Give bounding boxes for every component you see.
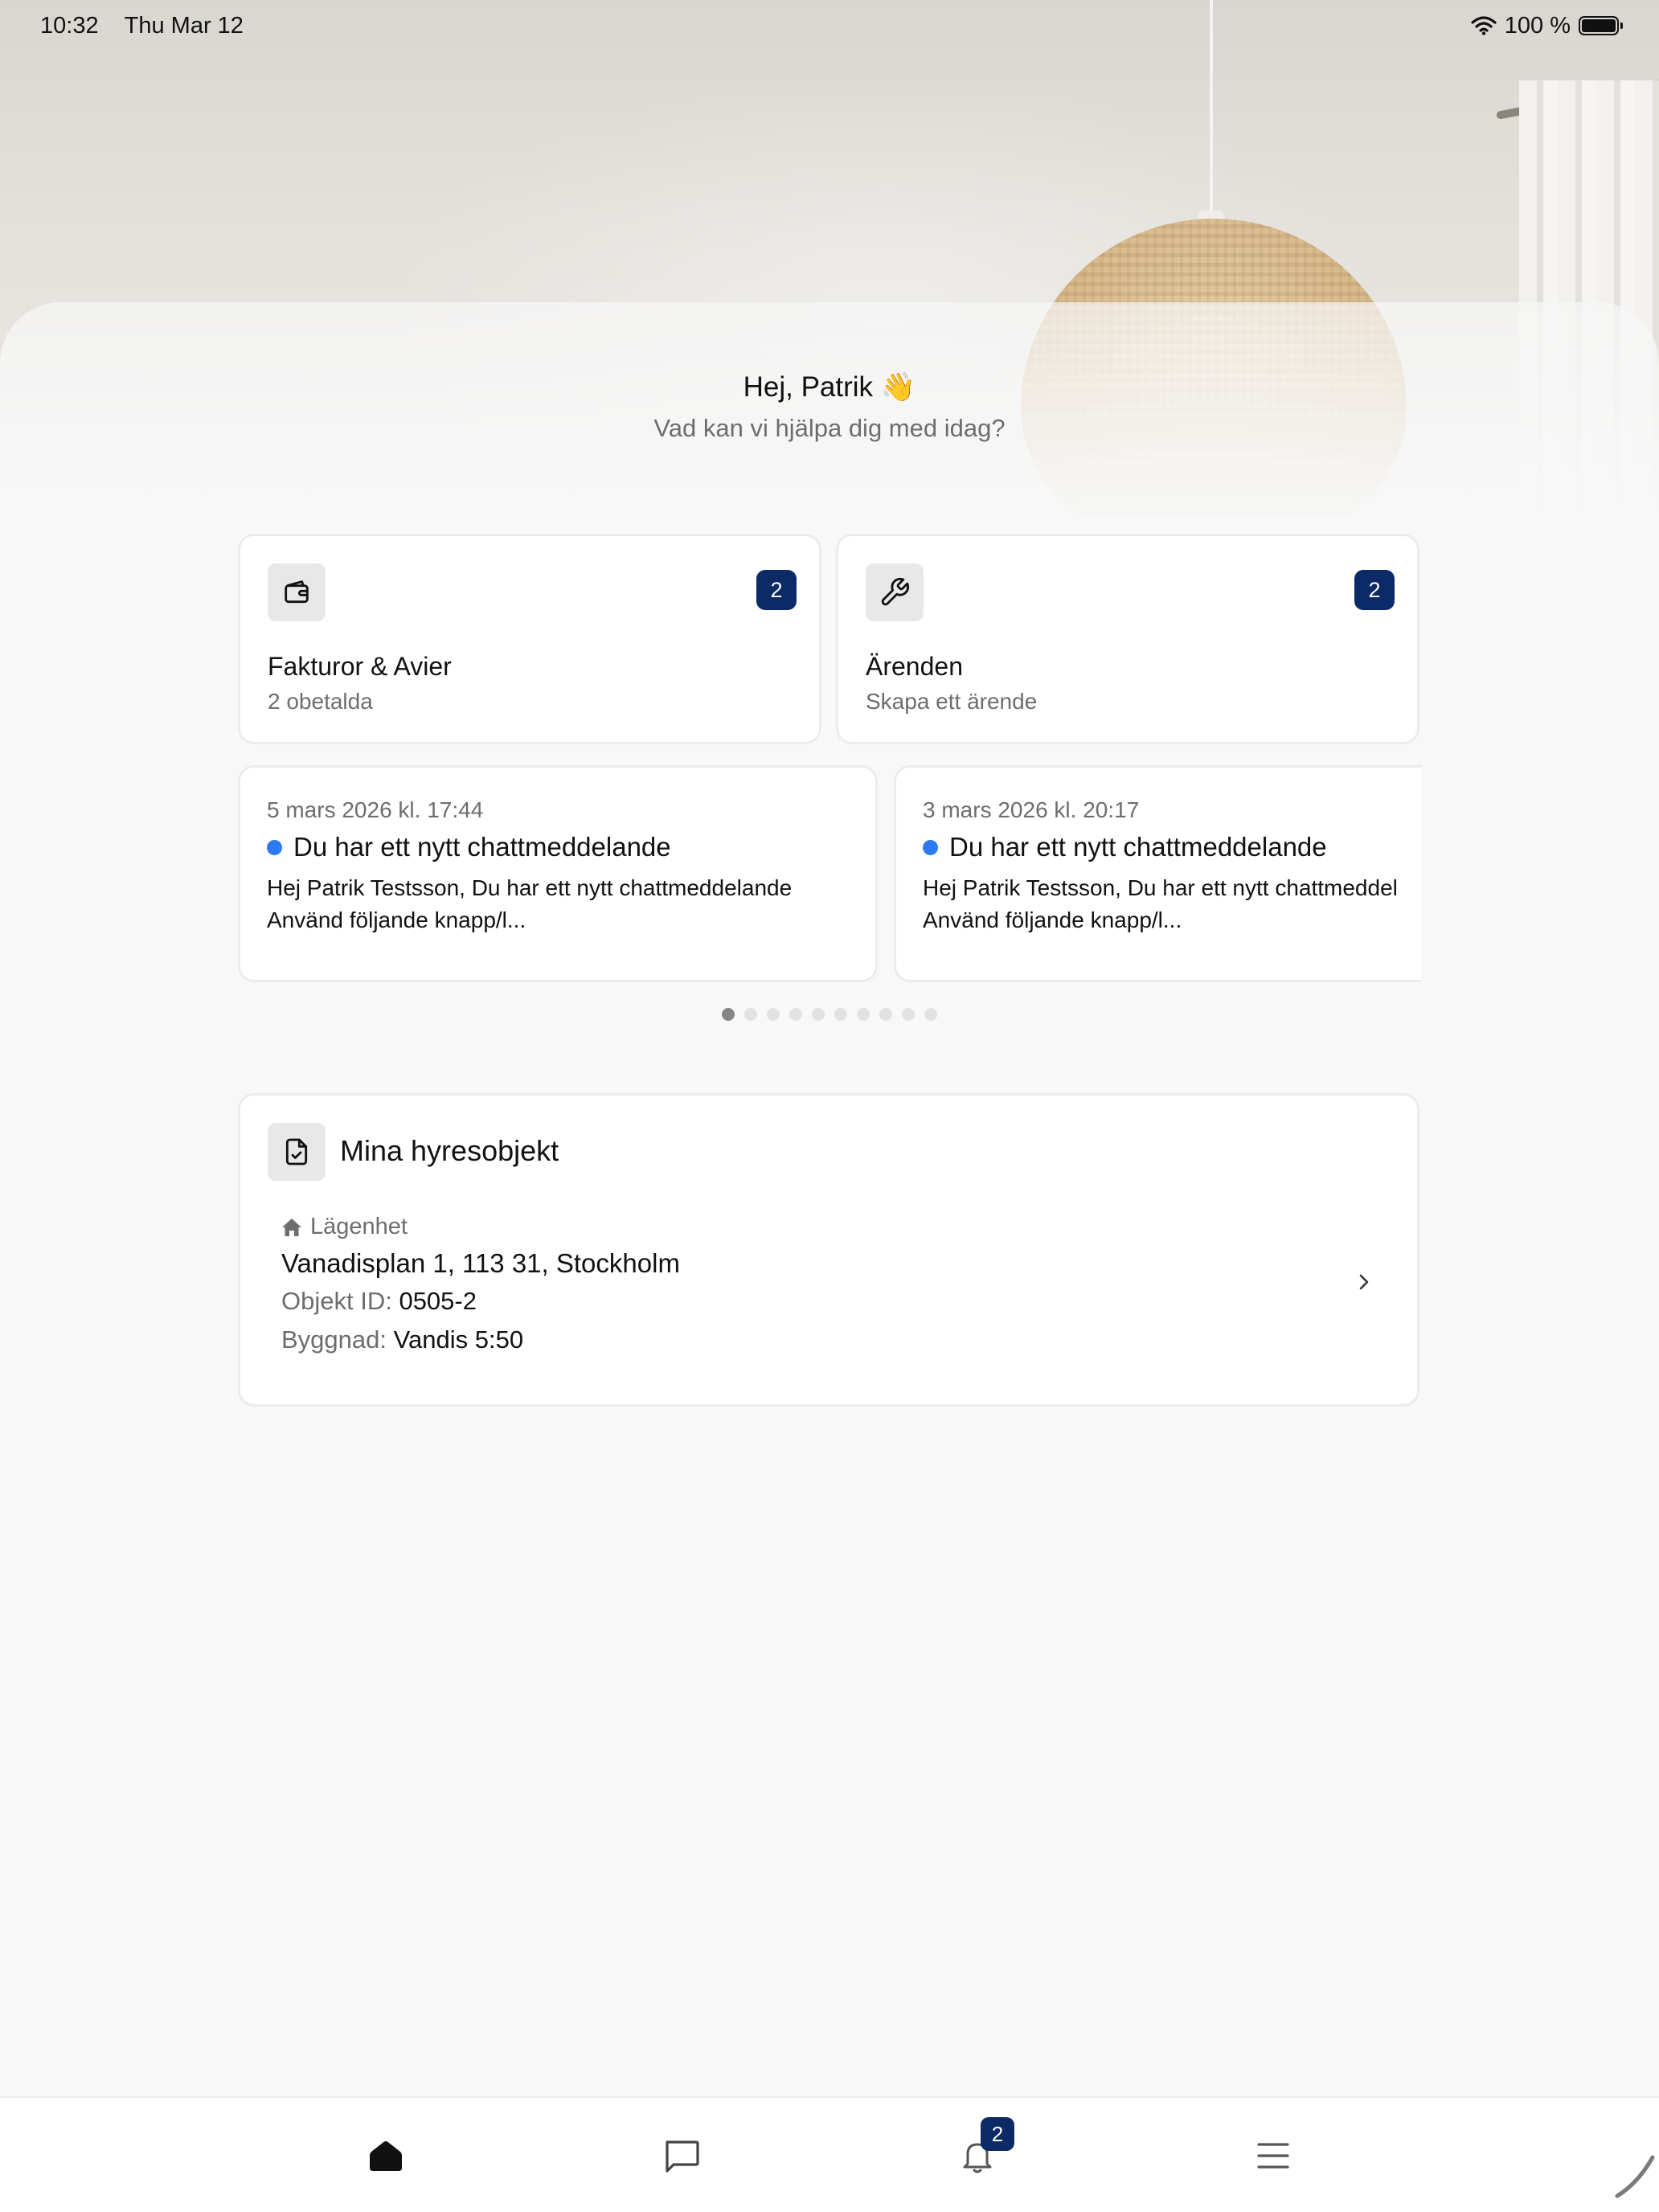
invoices-badge: 2	[756, 570, 797, 610]
building-value: Vandis 5:50	[393, 1325, 524, 1354]
notification-date: 3 mars 2026 kl. 20:17	[923, 797, 1140, 822]
battery-level	[1582, 19, 1616, 32]
notification-body-line: Använd följande knapp/l...	[267, 907, 526, 932]
tab-chat[interactable]	[656, 2130, 707, 2181]
notification-card[interactable]: 3 mars 2026 kl. 20:17 Du har ett nytt ch…	[894, 765, 1421, 982]
notification-date: 5 mars 2026 kl. 17:44	[267, 797, 484, 822]
pager-dot[interactable]	[902, 1008, 915, 1021]
notification-body-line: Hej Patrik Testsson, Du har ett nytt cha…	[923, 875, 1398, 900]
document-check-icon-box	[268, 1123, 326, 1181]
rental-type: Lägenhet	[281, 1214, 408, 1240]
wallet-icon-box	[268, 563, 326, 621]
unread-dot-icon	[923, 839, 938, 855]
status-time-date: 10:32 Thu Mar 12	[40, 13, 244, 39]
rental-building: Byggnad: Vandis 5:50	[281, 1325, 523, 1354]
greeting-title: Hej, Patrik 👋	[743, 371, 916, 403]
battery-icon	[1579, 16, 1623, 35]
bottom-tab-bar: 2	[0, 2096, 1659, 2212]
cases-badge: 2	[1354, 570, 1395, 610]
notification-title: Du har ett nytt chattmeddelande	[949, 832, 1327, 862]
notification-body: Hej Patrik Testsson, Du har ett nytt cha…	[267, 872, 792, 936]
status-bar: 10:32 Thu Mar 12 100 %	[0, 0, 1659, 51]
notification-body-line: Hej Patrik Testsson, Du har ett nytt cha…	[267, 875, 793, 900]
pager-dot[interactable]	[767, 1008, 780, 1021]
rental-type-label: Lägenhet	[310, 1214, 408, 1239]
wallet-icon	[285, 580, 309, 604]
rental-object-id: Objekt ID: 0505-2	[281, 1287, 477, 1316]
status-date: Thu Mar 12	[124, 12, 244, 39]
chevron-right-icon[interactable]	[1356, 1271, 1372, 1293]
notification-title: Du har ett nytt chattmeddelande	[293, 832, 671, 862]
status-indicators: 100 %	[1471, 12, 1623, 39]
cases-subtitle: Skapa ett ärende	[866, 689, 1038, 714]
invoices-tile[interactable]: 2 Fakturor & Avier 2 obetalda	[238, 534, 821, 744]
pager-dot[interactable]	[834, 1008, 847, 1021]
status-time: 10:32	[40, 12, 99, 39]
notification-body: Hej Patrik Testsson, Du har ett nytt cha…	[923, 872, 1398, 936]
pager-dot[interactable]	[722, 1008, 735, 1021]
notification-card[interactable]: 5 mars 2026 kl. 17:44 Du har ett nytt ch…	[238, 765, 878, 982]
rental-objects-card[interactable]: Mina hyresobjekt Lägenhet Vanadisplan 1,…	[238, 1093, 1419, 1407]
pager-dot[interactable]	[879, 1008, 892, 1021]
cases-tile[interactable]: 2 Ärenden Skapa ett ärende	[836, 534, 1419, 744]
building-label: Byggnad:	[281, 1325, 387, 1354]
notification-title-row: Du har ett nytt chattmeddelande	[923, 832, 1327, 862]
wifi-icon	[1471, 16, 1497, 35]
wrench-icon-box	[866, 563, 924, 621]
pager-dot[interactable]	[924, 1008, 937, 1021]
corner-swipe-indicator	[1615, 2155, 1655, 2198]
document-check-icon	[285, 1138, 308, 1165]
notifications-carousel[interactable]: 5 mars 2026 kl. 17:44 Du har ett nytt ch…	[238, 765, 1421, 984]
wrench-icon	[881, 577, 910, 606]
pager-dot[interactable]	[744, 1008, 757, 1021]
home-icon	[282, 1218, 301, 1236]
greeting-subtitle: Vad kan vi hjälpa dig med idag?	[653, 414, 1006, 442]
home-icon	[370, 2141, 402, 2171]
tab-menu[interactable]	[1247, 2130, 1299, 2181]
notification-body-line: Använd följande knapp/l...	[923, 907, 1182, 932]
battery-percentage: 100 %	[1504, 12, 1571, 39]
tab-home[interactable]	[360, 2130, 412, 2181]
chat-icon	[666, 2140, 699, 2173]
notification-title-row: Du har ett nytt chattmeddelande	[267, 832, 671, 862]
pager-dot[interactable]	[857, 1008, 870, 1021]
greeting: Hej, Patrik 👋 Vad kan vi hjälpa dig med …	[0, 368, 1659, 445]
carousel-pager[interactable]	[0, 1008, 1659, 1021]
invoices-title: Fakturor & Avier	[268, 652, 452, 681]
notifications-tab-badge: 2	[981, 2117, 1014, 2151]
menu-icon	[1257, 2143, 1289, 2169]
rental-address: Vanadisplan 1, 113 31, Stockholm	[281, 1248, 680, 1278]
cases-title: Ärenden	[866, 652, 963, 681]
object-id-label: Objekt ID:	[281, 1287, 392, 1315]
pager-dot[interactable]	[812, 1008, 825, 1021]
pager-dot[interactable]	[789, 1008, 802, 1021]
rental-objects-title: Mina hyresobjekt	[340, 1134, 559, 1167]
object-id-value: 0505-2	[399, 1287, 477, 1315]
invoices-subtitle: 2 obetalda	[268, 689, 373, 714]
unread-dot-icon	[267, 839, 282, 855]
